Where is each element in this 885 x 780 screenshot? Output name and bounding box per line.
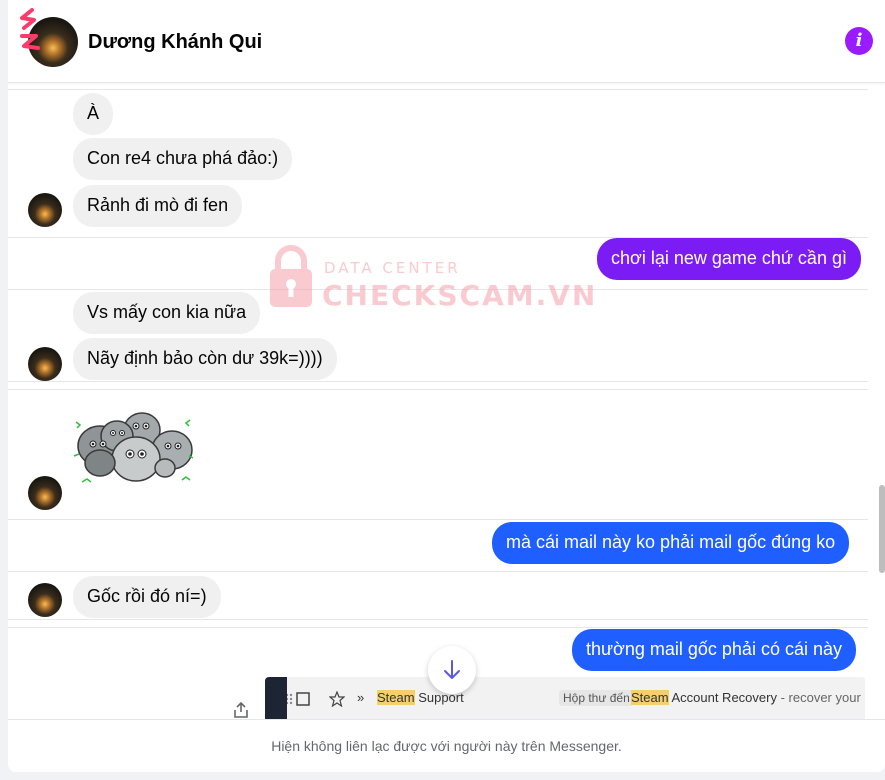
incoming-message[interactable]: Con re4 chưa phá đảo:) xyxy=(73,138,293,180)
divider xyxy=(8,381,868,382)
email-row: » Steam Support Hộp thư đến Steam Accoun… xyxy=(265,677,865,719)
divider xyxy=(8,289,868,290)
outgoing-message[interactable]: chơi lại new game chứ cần gì xyxy=(597,238,861,280)
unavailable-notice: Hiện không liên lạc được với người này t… xyxy=(8,719,885,772)
checkbox-icon xyxy=(285,692,310,706)
message-list[interactable]: À Con re4 chưa phá đảo:) Rảnh đi mò đi f… xyxy=(8,83,885,719)
scroll-to-bottom-button[interactable] xyxy=(428,646,476,694)
incoming-message[interactable]: Rảnh đi mò đi fen xyxy=(73,185,243,227)
scrollbar-thumb[interactable] xyxy=(879,485,885,573)
star-icon xyxy=(329,691,345,707)
sender-avatar[interactable] xyxy=(28,193,62,227)
arrow-down-icon xyxy=(444,660,460,679)
brand-logo-icon xyxy=(20,8,40,50)
incoming-message[interactable]: Gốc rồi đó ní=) xyxy=(73,576,221,618)
screenshot-edge xyxy=(265,677,287,719)
divider xyxy=(8,627,868,628)
inbox-label: Hộp thư đến xyxy=(559,690,634,706)
watermark: DATA CENTER CHECKSCAM.VN xyxy=(266,241,595,316)
divider xyxy=(8,619,868,620)
divider xyxy=(8,89,868,90)
rocks-sticker[interactable] xyxy=(72,408,197,488)
outgoing-message[interactable]: mà cái mail này ko phải mail gốc đúng ko xyxy=(492,522,850,564)
incoming-message[interactable]: À xyxy=(73,93,114,135)
divider xyxy=(8,571,868,572)
share-icon[interactable] xyxy=(232,701,250,719)
contact-name[interactable]: Dương Khánh Qui xyxy=(88,31,262,54)
lock-icon xyxy=(270,245,312,307)
incoming-message[interactable]: Vs mấy con kia nữa xyxy=(73,292,261,334)
incoming-message[interactable]: Nãy định bảo còn dư 39k=)))) xyxy=(73,338,337,380)
info-icon[interactable]: i xyxy=(845,27,873,55)
email-subject: Steam Account Recovery - recover your S xyxy=(631,690,865,705)
important-icon: » xyxy=(357,690,365,705)
sender-avatar[interactable] xyxy=(28,476,62,510)
divider xyxy=(8,519,868,520)
outgoing-message[interactable]: thường mail gốc phải có cái này xyxy=(572,629,856,671)
sender-avatar[interactable] xyxy=(28,583,62,617)
image-attachment[interactable]: » Steam Support Hộp thư đến Steam Accoun… xyxy=(265,677,865,719)
conversation-header: Dương Khánh Qui i xyxy=(8,0,885,83)
chat-panel: Dương Khánh Qui i À Con re4 chưa phá đảo… xyxy=(8,0,885,772)
sender-avatar[interactable] xyxy=(28,347,62,381)
divider xyxy=(8,389,868,390)
